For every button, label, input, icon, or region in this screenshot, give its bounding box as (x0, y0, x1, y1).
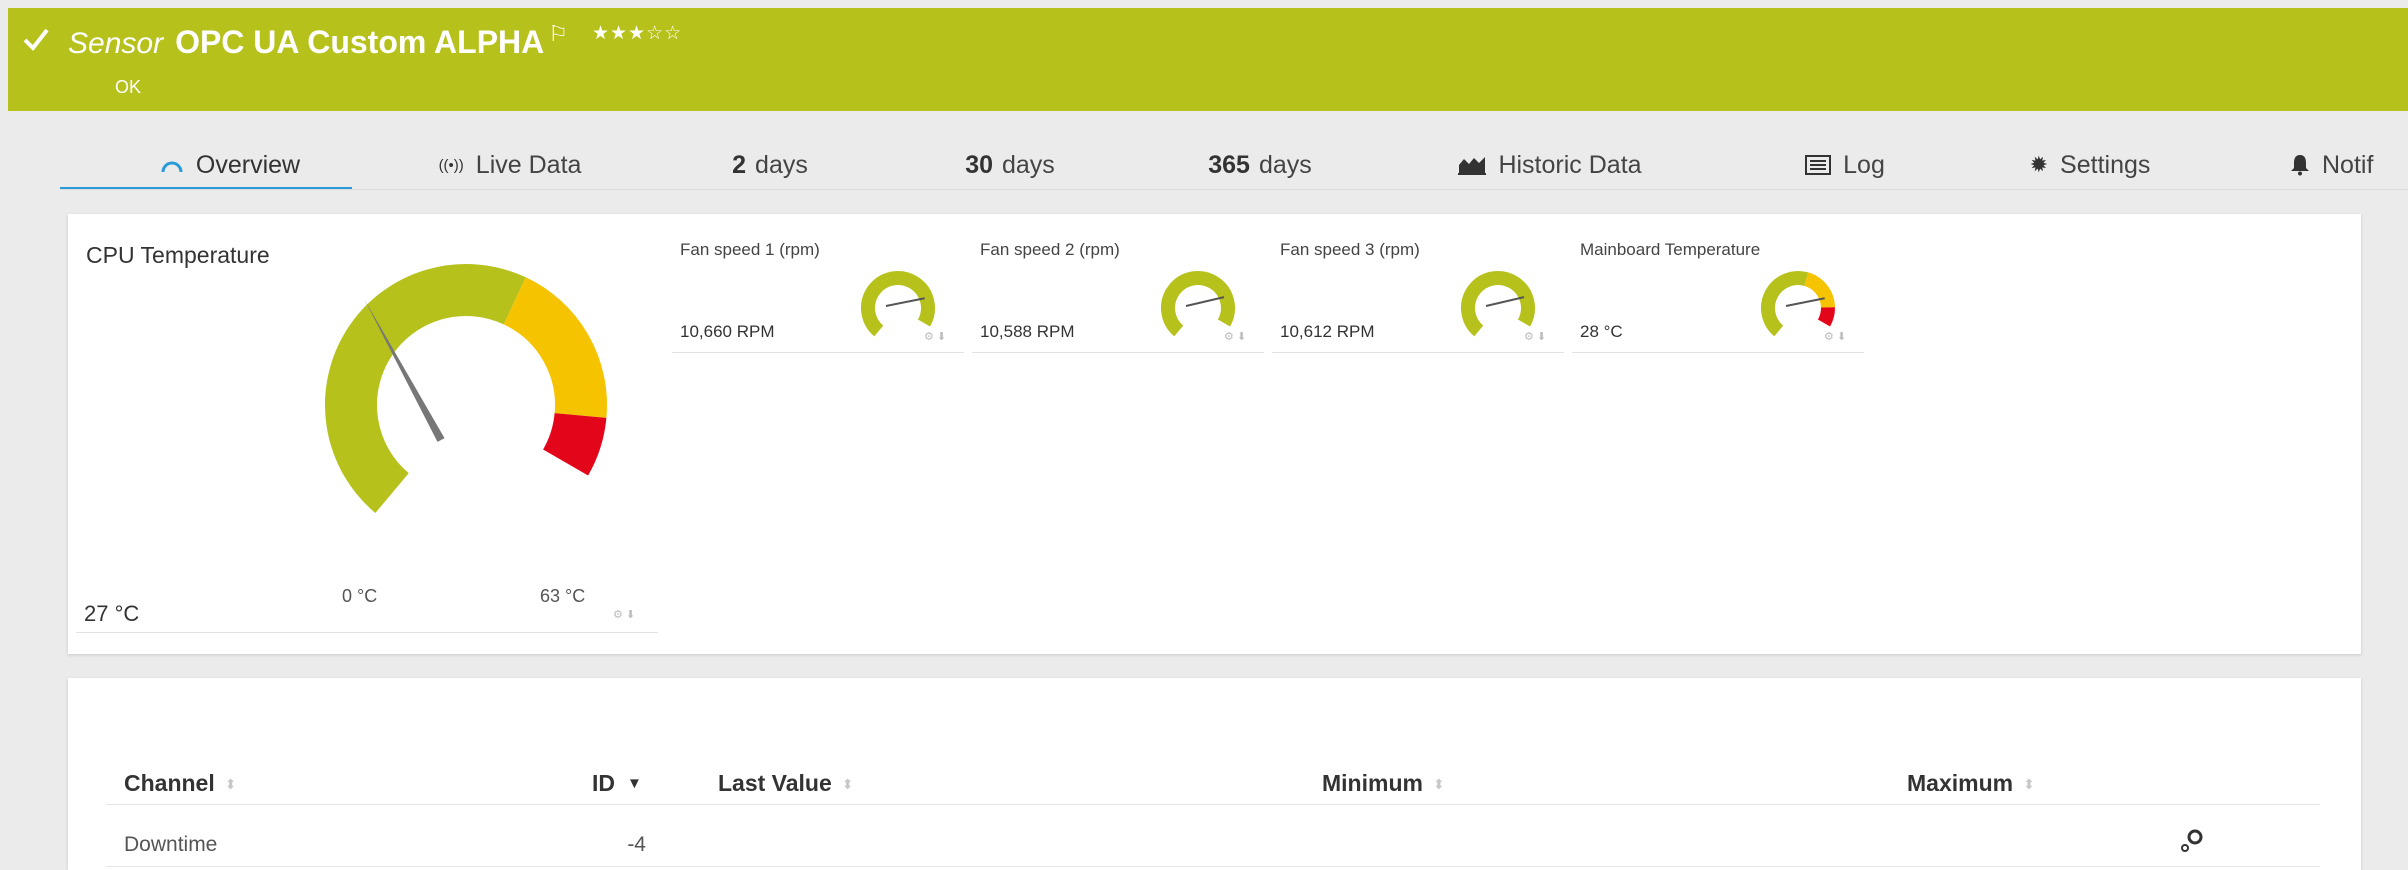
gauge-band-ok (1761, 271, 1809, 337)
mini-gauge-controls[interactable]: ⚙⬇ (1824, 330, 1849, 343)
tab-live-data[interactable]: ((•)) Live Data (410, 140, 610, 190)
sensor-status: OK (115, 77, 142, 97)
sensor-title: Sensor OPC UA Custom ALPHA ⚐ ★★★☆☆ (68, 21, 682, 64)
column-header-id[interactable]: ID ▼ (592, 770, 642, 797)
gear-icon: ✹ (2029, 152, 2049, 177)
primary-gauge-controls[interactable]: ⚙⬇ (613, 608, 638, 621)
sort-icon: ⬍ (841, 775, 854, 792)
flag-icon[interactable]: ⚐ (548, 21, 568, 47)
mini-gauge-controls[interactable]: ⚙⬇ (1524, 330, 1549, 343)
mini-gauge-title: Fan speed 1 (rpm) (680, 240, 820, 259)
mini-gauge-title: Fan speed 2 (rpm) (980, 240, 1120, 259)
primary-gauge[interactable] (296, 255, 656, 555)
gauge-band-error (1817, 307, 1835, 327)
tab-divider (60, 189, 2408, 190)
gauge-band-warning (1803, 272, 1835, 308)
gauge-needle (1185, 296, 1225, 307)
channel-settings-icon[interactable] (2178, 826, 2206, 854)
tab-2-days[interactable]: 2 days (700, 140, 840, 190)
gauge-band-ok (1461, 271, 1535, 337)
area-chart-icon (1458, 155, 1487, 175)
mini-gauge-divider (1572, 352, 1864, 353)
mini-gauge-value: 10,660 RPM (680, 322, 775, 341)
tab-historic-data[interactable]: Historic Data (1440, 140, 1660, 190)
primary-gauge-max: 63 °C (540, 586, 586, 606)
table-cell-channel[interactable]: Downtime (124, 833, 217, 857)
gauge-needle (1785, 297, 1825, 307)
sort-icon: ⬍ (1432, 775, 1445, 792)
gauge-icon (160, 155, 184, 175)
tab-notifications[interactable]: Notif (2290, 140, 2408, 190)
sensor-name: OPC UA Custom ALPHA (175, 24, 545, 60)
mini-gauge-mainboard-temperature[interactable]: Mainboard Temperature 28 °C ⚙⬇ (1572, 234, 1870, 356)
log-list-icon (1805, 155, 1832, 175)
mini-gauge-controls[interactable]: ⚙⬇ (1224, 330, 1249, 343)
mini-gauge-divider (672, 352, 964, 353)
mini-gauge-controls[interactable]: ⚙⬇ (924, 330, 949, 343)
gauge-needle (1485, 296, 1525, 307)
live-signal-icon: ((•)) (438, 156, 464, 174)
tab-365-days[interactable]: 365 days (1180, 140, 1340, 190)
table-header-divider (106, 804, 2320, 805)
mini-gauge-value: 10,588 RPM (980, 322, 1075, 341)
mini-gauge-value: 28 °C (1580, 322, 1623, 341)
column-header-channel[interactable]: Channel ⬍ (124, 770, 236, 797)
mini-gauge-value: 10,612 RPM (1280, 322, 1375, 341)
sort-icon: ⬍ (224, 775, 237, 792)
gauge-band-warning (502, 277, 607, 418)
column-header-maximum[interactable]: Maximum ⬍ (1907, 770, 2035, 797)
mini-gauge-fan-speed-3[interactable]: Fan speed 3 (rpm) 10,612 RPM ⚙⬇ (1272, 234, 1570, 356)
tab-overview[interactable]: Overview (120, 140, 340, 190)
column-header-last-value[interactable]: Last Value ⬍ (718, 770, 854, 797)
mini-gauge-divider (972, 352, 1264, 353)
mini-gauge-fan-speed-2[interactable]: Fan speed 2 (rpm) 10,588 RPM ⚙⬇ (972, 234, 1270, 356)
bell-icon (2290, 154, 2310, 176)
sensor-header: Sensor OPC UA Custom ALPHA ⚐ ★★★☆☆ OK (8, 8, 2408, 111)
checkmark-icon (23, 28, 49, 52)
mini-gauge-divider (1272, 352, 1564, 353)
mini-gauge-fan-speed-1[interactable]: Fan speed 1 (rpm) 10,660 RPM ⚙⬇ (672, 234, 970, 356)
sort-descending-icon: ▼ (627, 775, 642, 792)
tab-log[interactable]: Log (1770, 140, 1920, 190)
mini-gauge-title: Fan speed 3 (rpm) (1280, 240, 1420, 259)
sensor-kind: Sensor (68, 27, 164, 60)
primary-gauge-divider (76, 632, 658, 633)
priority-stars[interactable]: ★★★☆☆ (592, 22, 682, 45)
primary-gauge-min: 0 °C (342, 586, 378, 606)
table-cell-id: -4 (627, 833, 646, 856)
mini-gauge-title: Mainboard Temperature (1580, 240, 1761, 259)
tab-bar: Overview ((•)) Live Data 2 days 30 days 36… (0, 140, 2408, 190)
tab-settings[interactable]: ✹ Settings (1990, 140, 2190, 190)
gauge-band-ok (1161, 271, 1235, 337)
tab-30-days[interactable]: 30 days (940, 140, 1080, 190)
sort-icon: ⬍ (2023, 775, 2035, 792)
column-header-minimum[interactable]: Minimum ⬍ (1322, 770, 1445, 797)
primary-gauge-value: 27 °C (84, 601, 140, 626)
primary-gauge-title: CPU Temperature (86, 242, 270, 268)
gauge-needle (885, 297, 925, 307)
table-row-divider (106, 866, 2320, 867)
gauge-band-error (542, 412, 607, 476)
